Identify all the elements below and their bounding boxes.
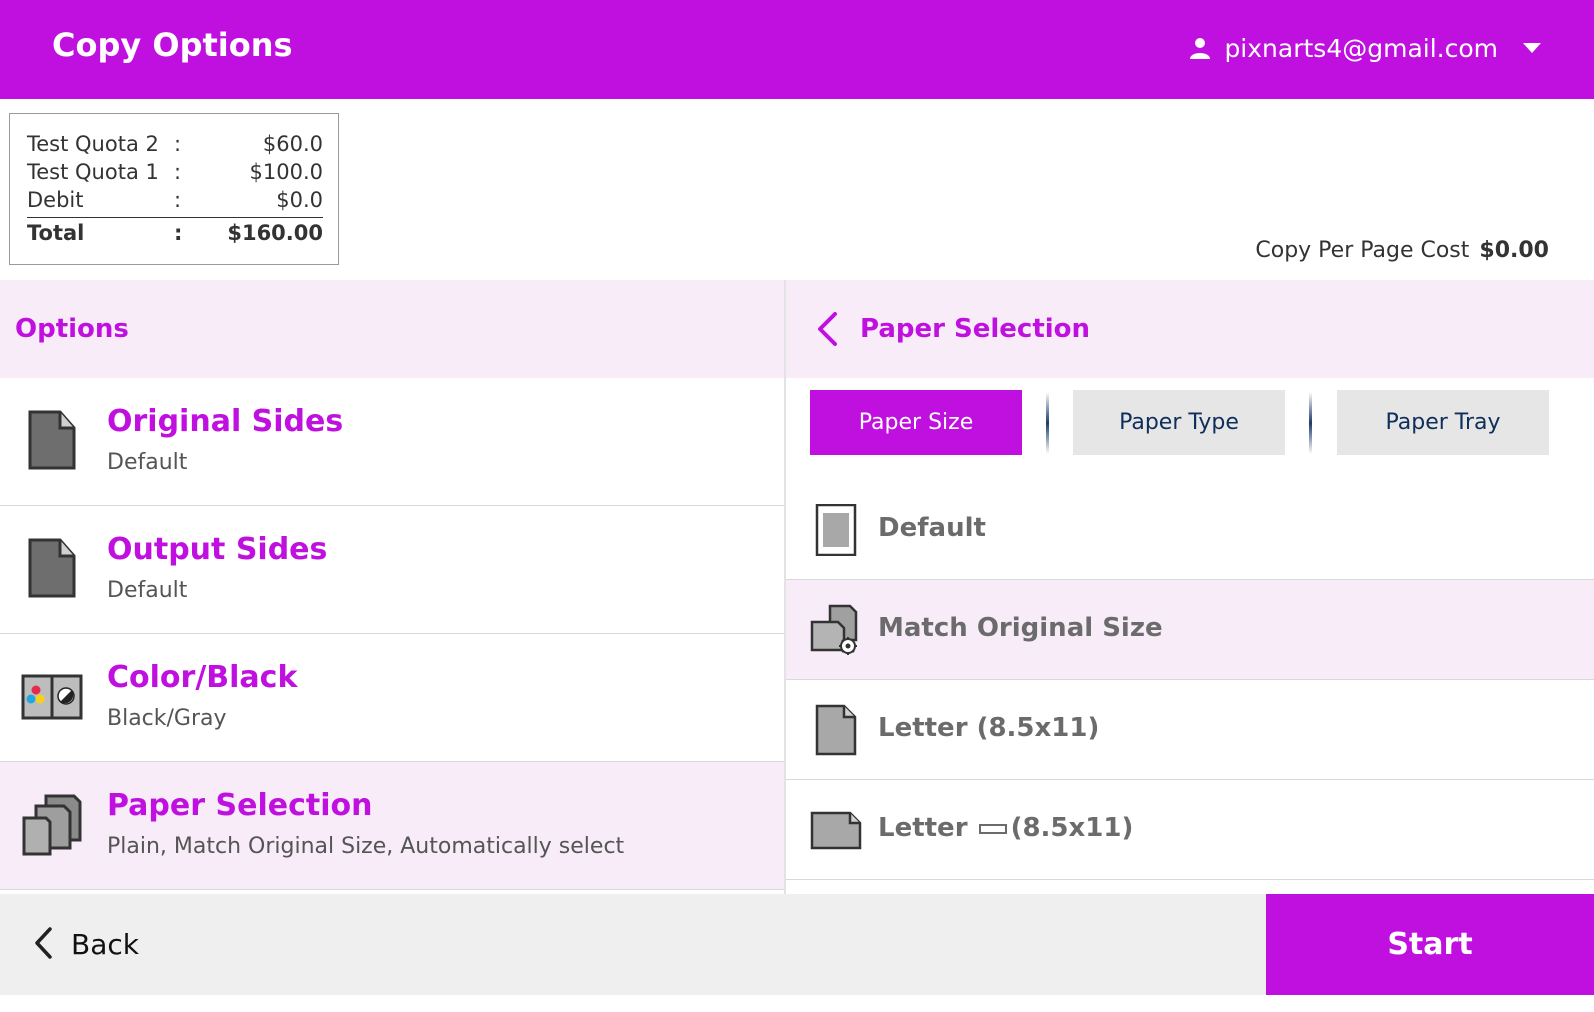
paper-stack-icon <box>20 792 84 856</box>
letter-portrait-icon <box>810 704 862 756</box>
option-title: Paper Selection <box>107 788 373 823</box>
quota-value: $0.0 <box>276 188 323 212</box>
quota-label: Test Quota 1 <box>27 160 159 184</box>
quota-label: Debit <box>27 188 84 212</box>
quota-label: Test Quota 2 <box>27 132 159 156</box>
color-black-icon <box>20 664 84 728</box>
cost-label: Copy Per Page Cost <box>1255 238 1470 263</box>
user-menu[interactable]: pixnarts4@gmail.com <box>1188 30 1542 66</box>
paper-size-default[interactable]: Default <box>786 480 1594 580</box>
paper-size-letter-portrait[interactable]: Letter (8.5x11) <box>786 680 1594 780</box>
option-original-sides[interactable]: Original Sides Default <box>0 378 784 506</box>
copy-per-page-cost: Copy Per Page Cost $0.00 <box>1255 238 1549 263</box>
paper-size-label: Default <box>878 513 986 543</box>
option-title: Output Sides <box>107 532 328 567</box>
paper-size-label: Match Original Size <box>878 613 1163 643</box>
quota-row: Debit : $0.0 <box>27 188 323 216</box>
default-paper-icon <box>810 503 862 557</box>
tab-paper-size[interactable]: Paper Size <box>810 390 1022 455</box>
option-subtitle: Default <box>107 450 188 475</box>
quota-value: $100.0 <box>249 160 323 184</box>
option-title: Color/Black <box>107 660 298 695</box>
start-button[interactable]: Start <box>1266 894 1594 995</box>
option-color-black[interactable]: Color/Black Black/Gray <box>0 634 784 762</box>
paper-size-label: Letter (8.5x11) <box>878 813 1133 843</box>
paper-size-match-original[interactable]: Match Original Size <box>786 580 1594 680</box>
back-button[interactable]: Back <box>0 894 300 995</box>
tab-paper-type[interactable]: Paper Type <box>1073 390 1285 455</box>
tab-separator <box>1046 392 1049 454</box>
quota-total-row: Total : $160.00 <box>27 221 323 249</box>
option-output-sides[interactable]: Output Sides Default <box>0 506 784 634</box>
option-paper-selection[interactable]: Paper Selection Plain, Match Original Si… <box>0 762 784 890</box>
option-subtitle: Plain, Match Original Size, Automaticall… <box>107 834 625 859</box>
paper-selection-title: Paper Selection <box>860 314 1091 344</box>
paper-size-label-main: Letter <box>878 813 968 843</box>
letter-landscape-icon <box>810 804 862 856</box>
option-title: Original Sides <box>107 404 344 439</box>
chevron-down-icon[interactable] <box>1522 42 1542 54</box>
quota-row: Test Quota 1 : $100.0 <box>27 160 323 188</box>
landscape-orientation-icon <box>978 823 1007 834</box>
quota-separator: : <box>174 160 182 184</box>
quota-divider <box>27 217 323 218</box>
user-icon <box>1188 36 1212 60</box>
chevron-left-icon <box>0 926 53 964</box>
page-title: Copy Options <box>52 26 293 64</box>
quota-row: Test Quota 2 : $60.0 <box>27 132 323 160</box>
option-subtitle: Black/Gray <box>107 706 227 731</box>
options-title: Options <box>15 314 129 344</box>
match-size-icon <box>810 604 862 656</box>
quota-summary: Test Quota 2 : $60.0 Test Quota 1 : $100… <box>9 113 339 265</box>
back-label: Back <box>71 928 139 961</box>
quota-value: $60.0 <box>262 132 323 156</box>
paper-size-label: Letter (8.5x11) <box>878 713 1100 743</box>
quota-separator: : <box>174 132 182 156</box>
quota-total-value: $160.00 <box>227 221 323 245</box>
document-icon <box>20 536 84 600</box>
quota-separator: : <box>174 188 182 212</box>
paper-size-label-dimensions: (8.5x11) <box>1010 813 1134 843</box>
chevron-left-icon[interactable] <box>815 311 839 347</box>
footer-strip <box>0 995 1594 1012</box>
option-subtitle: Default <box>107 578 188 603</box>
paper-size-letter-landscape[interactable]: Letter (8.5x11) <box>786 780 1594 880</box>
document-icon <box>20 408 84 472</box>
tab-separator <box>1309 392 1312 454</box>
tab-paper-tray[interactable]: Paper Tray <box>1337 390 1549 455</box>
quota-total-label: Total <box>27 221 85 245</box>
quota-separator: : <box>174 221 183 245</box>
user-email: pixnarts4@gmail.com <box>1224 33 1498 63</box>
cost-value: $0.00 <box>1479 238 1549 263</box>
